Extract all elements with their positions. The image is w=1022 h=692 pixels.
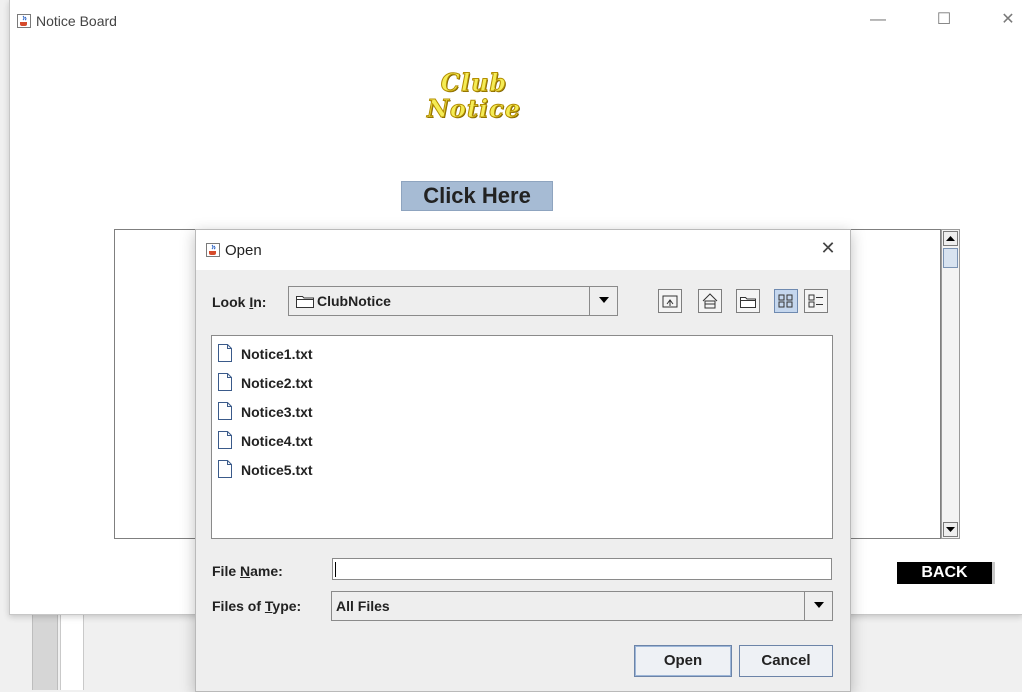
new-folder-button[interactable] — [736, 289, 760, 313]
vertical-scrollbar[interactable] — [941, 229, 960, 539]
files-of-type-combo[interactable]: All Files — [331, 591, 833, 621]
up-one-level-button[interactable] — [658, 289, 682, 313]
cancel-button[interactable]: Cancel — [739, 645, 833, 677]
list-view-icon — [778, 294, 793, 308]
list-item[interactable]: Notice3.txt — [217, 400, 417, 422]
files-of-type-dropdown-button[interactable] — [804, 592, 832, 620]
dialog-title: Open — [225, 242, 262, 259]
file-icon — [218, 344, 232, 362]
file-list[interactable]: Notice1.txt Notice2.txt Notice3.txt Noti… — [211, 335, 833, 539]
dialog-close-button[interactable]: ✕ — [816, 236, 840, 260]
look-in-value: ClubNotice — [317, 293, 391, 309]
folder-icon — [296, 296, 314, 308]
logo-line-1: Club — [440, 68, 508, 97]
back-button[interactable]: BACK — [897, 562, 995, 584]
file-icon — [218, 431, 232, 449]
maximize-button[interactable]: ☐ — [932, 8, 956, 32]
file-name: Notice5.txt — [241, 462, 313, 478]
list-item[interactable]: Notice4.txt — [217, 429, 417, 451]
files-of-type-label: Files of Type: — [212, 598, 302, 614]
file-name: Notice2.txt — [241, 375, 313, 391]
list-item[interactable]: Notice1.txt — [217, 342, 417, 364]
click-here-button[interactable]: Click Here — [401, 181, 553, 211]
text-caret — [335, 562, 336, 577]
home-button[interactable] — [698, 289, 722, 313]
look-in-combo[interactable]: ClubNotice — [288, 286, 618, 316]
details-view-icon — [808, 294, 823, 308]
file-icon — [218, 460, 232, 478]
window-title: Notice Board — [36, 13, 117, 29]
open-button[interactable]: Open — [634, 645, 732, 677]
look-in-label: Look In: — [212, 294, 267, 310]
file-icon — [218, 402, 232, 420]
arrow-up-icon — [946, 236, 955, 241]
minimize-button[interactable]: — — [866, 8, 890, 32]
chevron-down-icon — [598, 297, 609, 303]
home-icon — [702, 293, 718, 309]
list-item[interactable]: Notice5.txt — [217, 458, 417, 480]
scroll-down-button[interactable] — [943, 522, 958, 537]
arrow-down-icon — [946, 527, 955, 532]
close-button[interactable]: ✕ — [996, 8, 1020, 32]
file-name: Notice1.txt — [241, 346, 313, 362]
background-window-edge — [32, 614, 58, 690]
file-name: Notice3.txt — [241, 404, 313, 420]
file-name: Notice4.txt — [241, 433, 313, 449]
look-in-dropdown-button[interactable] — [589, 287, 617, 315]
scroll-thumb[interactable] — [943, 248, 958, 268]
chevron-down-icon — [813, 602, 824, 608]
list-item[interactable]: Notice2.txt — [217, 371, 417, 393]
new-folder-icon — [740, 297, 756, 308]
dialog-titlebar: Open ✕ — [196, 230, 850, 270]
details-view-button[interactable] — [804, 289, 828, 313]
java-cup-icon — [206, 243, 220, 257]
list-view-button[interactable] — [774, 289, 798, 313]
file-name-input[interactable] — [332, 558, 832, 580]
club-notice-logo: Club Notice — [394, 68, 554, 123]
open-dialog: Open ✕ Look In: ClubNotice Notice1.txt N… — [195, 229, 851, 692]
files-of-type-value: All Files — [336, 598, 390, 614]
up-folder-icon — [662, 295, 678, 308]
file-name-label: File Name: — [212, 563, 283, 579]
background-window-panel — [60, 614, 84, 690]
java-cup-icon — [17, 14, 31, 28]
file-icon — [218, 373, 232, 391]
main-titlebar: Notice Board — ☐ ✕ — [10, 0, 1022, 44]
scroll-up-button[interactable] — [943, 231, 958, 246]
logo-line-2: Notice — [426, 94, 522, 123]
